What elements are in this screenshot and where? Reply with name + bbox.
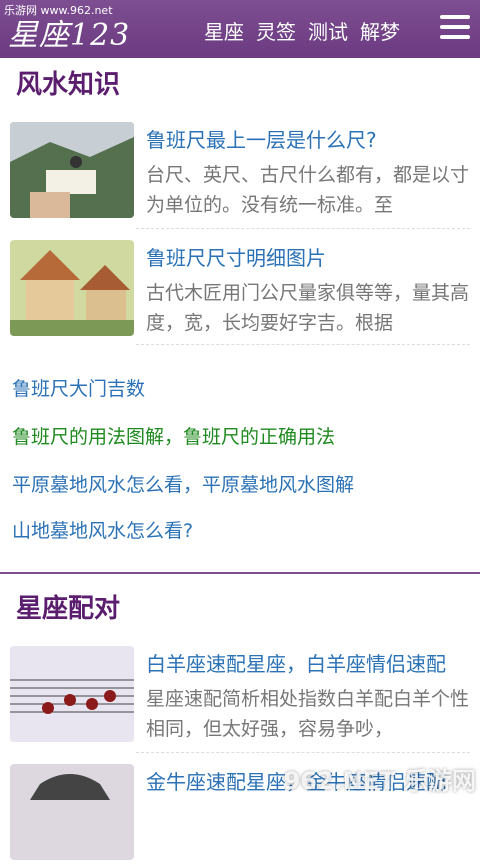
article-item[interactable]: 鲁班尺最上一层是什么尺? 台尺、英尺、古尺什么都有，都是以寸为单位的。没有统一标… bbox=[10, 122, 470, 226]
article-item[interactable]: 鲁班尺尺寸明细图片 古代木匠用门公尺量家俱等等，量其高度，宽，长均要好字吉。根据 bbox=[10, 240, 470, 344]
link-item[interactable]: 鲁班尺的用法图解，鲁班尺的正确用法 bbox=[12, 422, 335, 449]
nav-item-oracle[interactable]: 灵签 bbox=[256, 16, 296, 45]
article-separator bbox=[136, 228, 470, 230]
article-thumbnail[interactable] bbox=[10, 646, 134, 742]
article-separator bbox=[136, 344, 470, 346]
article-desc: 古代木匠用门公尺量家俱等等，量其高度，宽，长均要好字吉。根据 bbox=[146, 282, 470, 334]
nav-item-dream[interactable]: 解梦 bbox=[360, 16, 400, 45]
watermark-logo: 962.NET 乐游网 bbox=[283, 767, 476, 795]
article-title[interactable]: 鲁班尺尺寸明细图片 bbox=[146, 242, 470, 271]
nav-item-horoscope[interactable]: 星座 bbox=[204, 16, 244, 45]
article-thumbnail[interactable] bbox=[10, 122, 134, 218]
section-title-zodiac-match: 星座配对 bbox=[16, 594, 121, 624]
article-desc: 星座速配简析相处指数白羊配白羊个性相同，但太好强，容易争吵， bbox=[146, 688, 470, 740]
section-divider bbox=[0, 572, 480, 574]
nav-item-test[interactable]: 测试 bbox=[308, 16, 348, 45]
header: 乐游网 www.962.net 星座123 星座 灵签 测试 解梦 bbox=[0, 0, 480, 58]
article-desc: 台尺、英尺、古尺什么都有，都是以寸为单位的。没有统一标准。至 bbox=[146, 164, 470, 216]
link-item[interactable]: 平原墓地风水怎么看，平原墓地风水图解 bbox=[12, 470, 354, 497]
top-nav: 星座 灵签 测试 解梦 bbox=[204, 16, 400, 45]
link-item[interactable]: 鲁班尺大门吉数 bbox=[12, 374, 145, 401]
article-title[interactable]: 白羊座速配星座，白羊座情侣速配 bbox=[146, 648, 470, 677]
article-separator bbox=[136, 752, 470, 754]
section-title-fengshui: 风水知识 bbox=[16, 70, 121, 100]
article-item[interactable]: 白羊座速配星座，白羊座情侣速配 星座速配简析相处指数白羊配白羊个性相同，但太好强… bbox=[10, 646, 470, 750]
article-thumbnail[interactable] bbox=[10, 240, 134, 336]
link-item[interactable]: 山地墓地风水怎么看? bbox=[12, 516, 193, 543]
article-title[interactable]: 鲁班尺最上一层是什么尺? bbox=[146, 124, 470, 153]
menu-icon[interactable] bbox=[440, 14, 470, 40]
article-thumbnail[interactable] bbox=[10, 764, 134, 860]
site-logo[interactable]: 星座123 bbox=[8, 10, 130, 54]
